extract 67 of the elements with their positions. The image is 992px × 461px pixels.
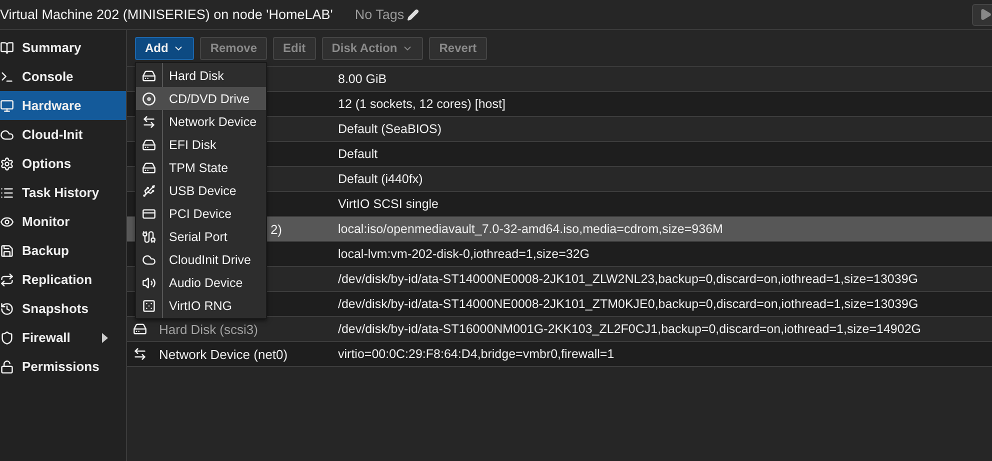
menu-item[interactable]: Network Device (136, 110, 266, 133)
menu-item[interactable]: Audio Device (136, 271, 266, 294)
menu-item[interactable]: Hard Disk (136, 64, 266, 87)
table-cell: Hard Disk (scsi3) (159, 322, 258, 336)
sidebar-item[interactable]: Task History (0, 178, 126, 207)
unlocked-padlock-icon (0, 360, 14, 374)
sidebar-item[interactable]: Options (0, 149, 126, 178)
table-cell-text: Default (i440fx) (337, 172, 423, 186)
play-icon (979, 8, 992, 21)
menu-item[interactable]: CloudInit Drive (136, 248, 266, 271)
arrows-icon (133, 347, 147, 361)
tags-label: No Tags (354, 7, 404, 22)
table-cell-text: 8.00 GiB (337, 72, 387, 86)
list-icon (0, 186, 14, 200)
monitor-icon (0, 98, 14, 112)
table-cell-text: local-lvm:vm-202-disk-0,iothread=1,size=32G (337, 247, 590, 261)
history-icon (0, 302, 14, 316)
sidebar-item[interactable]: Firewall (0, 323, 126, 352)
window-title: Virtual Machine 202 (MINISERIES) on node 'HomeLAB' (0, 7, 333, 22)
sidebar-item[interactable]: Monitor (0, 207, 126, 236)
menu-item[interactable]: VirtIO RNG (136, 294, 266, 317)
shield-icon (0, 330, 14, 344)
dice-icon (142, 298, 156, 312)
hard-drive-icon (142, 68, 156, 82)
sidebar-item[interactable]: Summary (0, 33, 126, 62)
sidebar-item[interactable]: Cloud-Init (0, 120, 126, 149)
sidebar-item[interactable]: Hardware (0, 91, 126, 120)
menu-item[interactable]: PCI Device (136, 202, 266, 225)
hard-drive-icon (142, 138, 156, 152)
menu-item[interactable]: TPM State (136, 156, 266, 179)
sidebar-item[interactable]: Permissions (0, 352, 126, 381)
table-cell-text: /dev/disk/by-id/ata-ST14000NE0008-2JK101_ZLW2NL23,backup=0,discard=on,iothread=1,size=13039G (337, 272, 918, 286)
cloud-icon (0, 128, 14, 142)
menu-item[interactable]: CD/DVD Drive (136, 87, 266, 110)
sidebar-item[interactable]: Backup (0, 236, 126, 265)
arrows-icon (142, 114, 156, 128)
disc-icon (142, 92, 156, 106)
table-cell-text: Default (SeaBIOS) (337, 122, 442, 136)
hard-drive-icon (142, 160, 156, 174)
table-cell-text: 12 (1 sockets, 12 cores) [host] (337, 97, 506, 111)
cloud-icon (142, 252, 156, 266)
repeat-icon (0, 272, 14, 286)
table-cell: 2) (270, 222, 282, 236)
hard-drive-icon (133, 322, 147, 336)
toolbar-button[interactable]: Add (135, 36, 194, 60)
menu-item[interactable]: USB Device (136, 179, 266, 202)
cable-icon (142, 230, 156, 244)
table-cell-text: local:iso/openmediavault_7.0-32-amd64.iso,media=cdrom,size=936M (337, 222, 723, 236)
table-cell: Network Device (net0) (159, 346, 288, 362)
table-cell-text: /dev/disk/by-id/ata-ST14000NE0008-2JK101_ZTM0KJE0,backup=0,discard=on,iothread=1,size=13039G (337, 297, 918, 311)
table-cell-text: Default (337, 147, 378, 161)
table-cell-text: virtio=00:0C:29:F8:64:D4,bridge=vmbr0,firewall=1 (337, 347, 614, 361)
book-icon (0, 40, 14, 54)
table-cell-text: /dev/disk/by-id/ata-ST16000NM001G-2KK103_ZL2F0CJ1,backup=0,discard=on,iothread=1,size=14902G (337, 322, 921, 336)
eye-icon (0, 214, 14, 228)
menu-item[interactable]: Serial Port (136, 225, 266, 248)
card-icon (142, 206, 156, 220)
sidebar-item[interactable]: Console (0, 62, 126, 91)
terminal-icon (0, 70, 14, 84)
table-cell-text: VirtIO SCSI single (337, 197, 439, 211)
edit-tags-button[interactable] (407, 8, 420, 20)
usb-icon (142, 184, 156, 198)
speaker-icon (142, 276, 156, 290)
menu-item[interactable]: EFI Disk (136, 133, 266, 156)
sidebar-item[interactable]: Replication (0, 265, 126, 294)
gear-icon (0, 156, 14, 170)
sidebar-item[interactable]: Snapshots (0, 294, 126, 323)
